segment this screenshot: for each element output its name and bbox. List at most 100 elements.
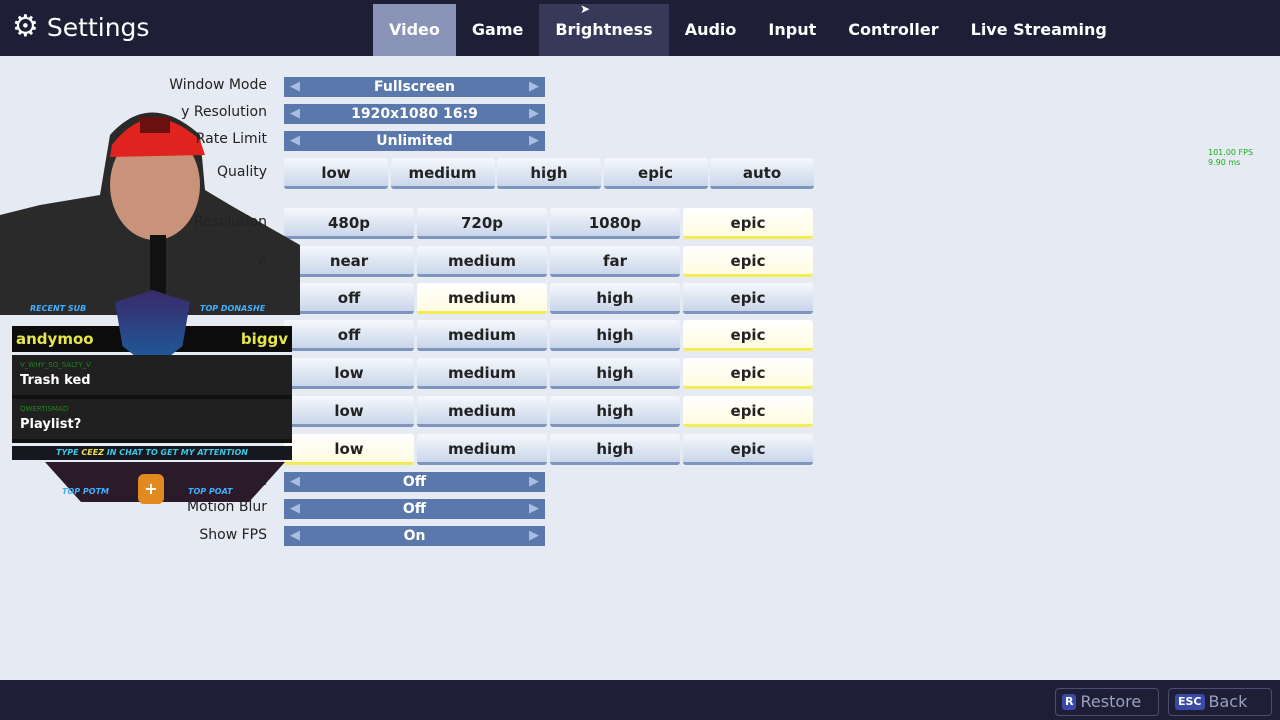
top-bar: ⚙ Settings Video Game Brightness Audio In… [0,0,1280,56]
quality-option-high[interactable]: high [497,158,601,189]
quality-option-epic[interactable]: epic [603,158,708,189]
fps-counter: 101.00 FPS 9.90 ms [1208,148,1253,168]
plus-icon: + [138,474,164,504]
tab-live-streaming[interactable]: Live Streaming [955,4,1123,56]
setting-option-high[interactable]: high [550,434,680,465]
setting-option-epic[interactable]: epic [683,434,813,465]
quality-option-medium[interactable]: medium [390,158,495,189]
setting-option-epic[interactable]: epic [683,320,813,351]
arrow-right-icon[interactable]: ▶ [529,526,539,546]
chat-text: Playlist? [20,417,82,432]
label-display-resolution: y Resolution [181,104,267,120]
top-poat-label: TOP POAT [188,487,233,496]
recent-sub-label: RECENT SUB [30,304,87,313]
show-fps-selector[interactable]: ◀ On ▶ [284,526,545,546]
chat-username: QWERTISMAD [20,405,69,413]
tab-video[interactable]: Video [373,4,456,56]
value: On [403,528,426,544]
cta-text: TYPE [56,448,82,457]
arrow-left-icon[interactable]: ◀ [290,526,300,546]
tab-game[interactable]: Game [456,4,539,56]
label-frame-rate-limit: Rate Limit [195,131,267,147]
arrow-left-icon[interactable]: ◀ [290,77,300,97]
arrow-right-icon[interactable]: ▶ [529,77,539,97]
setting-option-medium[interactable]: medium [417,434,547,465]
setting-option-720p[interactable]: 720p [417,208,547,239]
page-title: ⚙ Settings [12,12,149,42]
label-view-distance: e [258,253,267,269]
setting-option-off[interactable]: off [284,283,414,314]
back-label: Back [1208,692,1248,711]
setting-option-medium[interactable]: medium [417,358,547,389]
setting-option-epic[interactable]: epic [683,246,813,277]
setting-option-480p[interactable]: 480p [284,208,414,239]
gear-icon: ⚙ [12,9,39,44]
tab-input[interactable]: Input [752,4,832,56]
value: Fullscreen [374,79,455,95]
quality-option-auto[interactable]: auto [710,158,814,189]
setting-option-epic[interactable]: epic [683,283,813,314]
arrow-right-icon[interactable]: ▶ [529,104,539,124]
tab-audio[interactable]: Audio [669,4,753,56]
setting-option-low[interactable]: low [284,358,414,389]
setting-option-low[interactable]: low [284,434,414,465]
restore-button[interactable]: R Restore [1055,688,1159,716]
cta-text: IN CHAT TO GET MY ATTENTION [104,448,248,457]
overlay-bottom-panel [45,462,285,502]
label-quality: Quality [216,164,267,180]
label-show-fps: Show FPS [199,527,267,543]
chat-call-to-action: TYPE CEEZ IN CHAT TO GET MY ATTENTION [12,446,292,460]
setting-option-far[interactable]: far [550,246,680,277]
setting-option-near[interactable]: near [284,246,414,277]
chat-username: V_WHY_SO_SALTY_V [20,361,91,369]
back-button[interactable]: ESC Back [1168,688,1272,716]
tab-controller[interactable]: Controller [832,4,954,56]
motion-blur-selector[interactable]: ◀ Off ▶ [284,499,545,519]
frame-rate-limit-selector[interactable]: ◀ Unlimited ▶ [284,131,545,151]
recent-sub-name: andymoo [16,330,94,348]
tab-bar: Video Game Brightness Audio Input Contro… [373,4,1123,56]
setting-option-high[interactable]: high [550,358,680,389]
mouse-cursor-icon: ➤ [580,2,591,16]
setting-option-medium[interactable]: medium [417,283,547,314]
setting-option-medium[interactable]: medium [417,320,547,351]
setting-option-medium[interactable]: medium [417,246,547,277]
chat-message: V_WHY_SO_SALTY_V Trash ked [12,355,292,399]
setting-option-1080p[interactable]: 1080p [550,208,680,239]
frame-time: 9.90 ms [1208,158,1241,167]
label-motion-blur: Motion Blur [186,499,267,515]
display-resolution-selector[interactable]: ◀ 1920x1080 16:9 ▶ [284,104,545,124]
arrow-right-icon[interactable]: ▶ [529,131,539,151]
top-donor-name: biggv [240,330,288,348]
webcam-feed [0,112,300,315]
arrow-right-icon[interactable]: ▶ [529,499,539,519]
esc-key-icon: ESC [1175,694,1205,710]
vsync-selector[interactable]: ◀ Off ▶ [284,472,545,492]
value: Off [402,501,427,517]
setting-option-high[interactable]: high [550,396,680,427]
label-window-mode: Window Mode [169,77,267,93]
top-potm-label: TOP POTM [62,487,109,496]
chat-message: QWERTISMAD Playlist? [12,399,292,443]
value: Unlimited [376,133,453,149]
restore-label: Restore [1080,692,1142,711]
bottom-bar: R Restore ESC Back [0,680,1280,720]
fps-value: 101.00 FPS [1208,148,1254,157]
chat-box: V_WHY_SO_SALTY_V Trash ked QWERTISMAD Play… [12,355,292,443]
arrow-right-icon[interactable]: ▶ [529,472,539,492]
label-3d-resolution: Resolution [193,214,267,230]
window-mode-selector[interactable]: ◀ Fullscreen ▶ [284,77,545,97]
r-key-icon: R [1062,694,1077,710]
setting-option-epic[interactable]: epic [683,208,813,239]
cta-keyword: CEEZ [81,448,105,457]
value: Off [402,474,427,490]
tab-brightness[interactable]: Brightness [539,4,669,56]
setting-option-low[interactable]: low [284,396,414,427]
setting-option-off[interactable]: off [284,320,414,351]
setting-option-high[interactable]: high [550,283,680,314]
chat-text: Trash ked [20,373,91,388]
setting-option-medium[interactable]: medium [417,396,547,427]
setting-option-high[interactable]: high [550,320,680,351]
setting-option-epic[interactable]: epic [683,396,813,427]
setting-option-epic[interactable]: epic [683,358,813,389]
